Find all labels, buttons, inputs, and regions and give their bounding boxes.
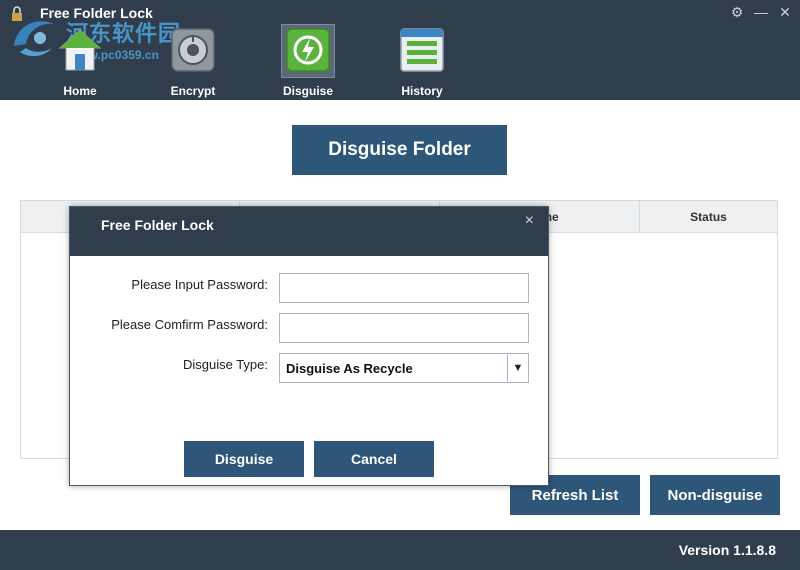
password-dialog: Free Folder Lock × Please Input Password… xyxy=(69,206,549,486)
minimize-icon[interactable]: — xyxy=(754,5,768,19)
disguise-type-value: Disguise As Recycle xyxy=(286,361,413,376)
dialog-titlebar[interactable]: Free Folder Lock × xyxy=(70,207,548,256)
settings-gear-icon[interactable]: ⚙ xyxy=(730,5,744,19)
dropdown-arrow-icon[interactable]: ▼ xyxy=(507,354,528,382)
nav-disguise-label: Disguise xyxy=(282,84,333,98)
password-label: Please Input Password: xyxy=(131,277,268,292)
nav-history[interactable]: History xyxy=(387,26,457,100)
nav-home[interactable]: Home xyxy=(45,26,115,100)
non-disguise-button[interactable]: Non-disguise xyxy=(650,475,780,515)
nav-encrypt[interactable]: Encrypt xyxy=(158,26,228,100)
dialog-close-icon[interactable]: × xyxy=(525,212,534,230)
disguise-folder-button[interactable]: Disguise Folder xyxy=(292,125,507,175)
recycle-shield-icon xyxy=(286,28,330,72)
list-icon xyxy=(400,28,444,72)
nav-disguise[interactable]: Disguise xyxy=(273,24,343,100)
vault-icon xyxy=(171,28,215,72)
confirm-password-input[interactable] xyxy=(279,313,529,343)
table-header-status[interactable]: Status xyxy=(640,201,777,232)
app-title: Free Folder Lock xyxy=(40,5,153,21)
window-controls: ⚙ — ✕ xyxy=(730,5,792,19)
password-input[interactable] xyxy=(279,273,529,303)
nav-encrypt-label: Encrypt xyxy=(170,84,216,98)
nav-history-label: History xyxy=(401,84,443,98)
cancel-button[interactable]: Cancel xyxy=(314,441,434,477)
disguise-type-select[interactable]: Disguise As Recycle ▼ xyxy=(279,353,529,383)
app-footer: Version 1.1.8.8 xyxy=(0,530,800,570)
close-window-icon[interactable]: ✕ xyxy=(778,5,792,19)
disguise-type-label: Disguise Type: xyxy=(182,357,268,372)
dialog-title: Free Folder Lock xyxy=(101,217,214,233)
disguise-button[interactable]: Disguise xyxy=(184,441,304,477)
app-header: 河东软件园 www.pc0359.cn Free Folder Lock ⚙ —… xyxy=(0,0,800,100)
house-icon xyxy=(58,29,102,71)
confirm-password-label: Please Comfirm Password: xyxy=(111,317,268,332)
nav-home-label: Home xyxy=(63,84,97,98)
main-nav: Home Encrypt Disguise History xyxy=(0,24,800,100)
version-label: Version 1.1.8.8 xyxy=(678,542,776,558)
